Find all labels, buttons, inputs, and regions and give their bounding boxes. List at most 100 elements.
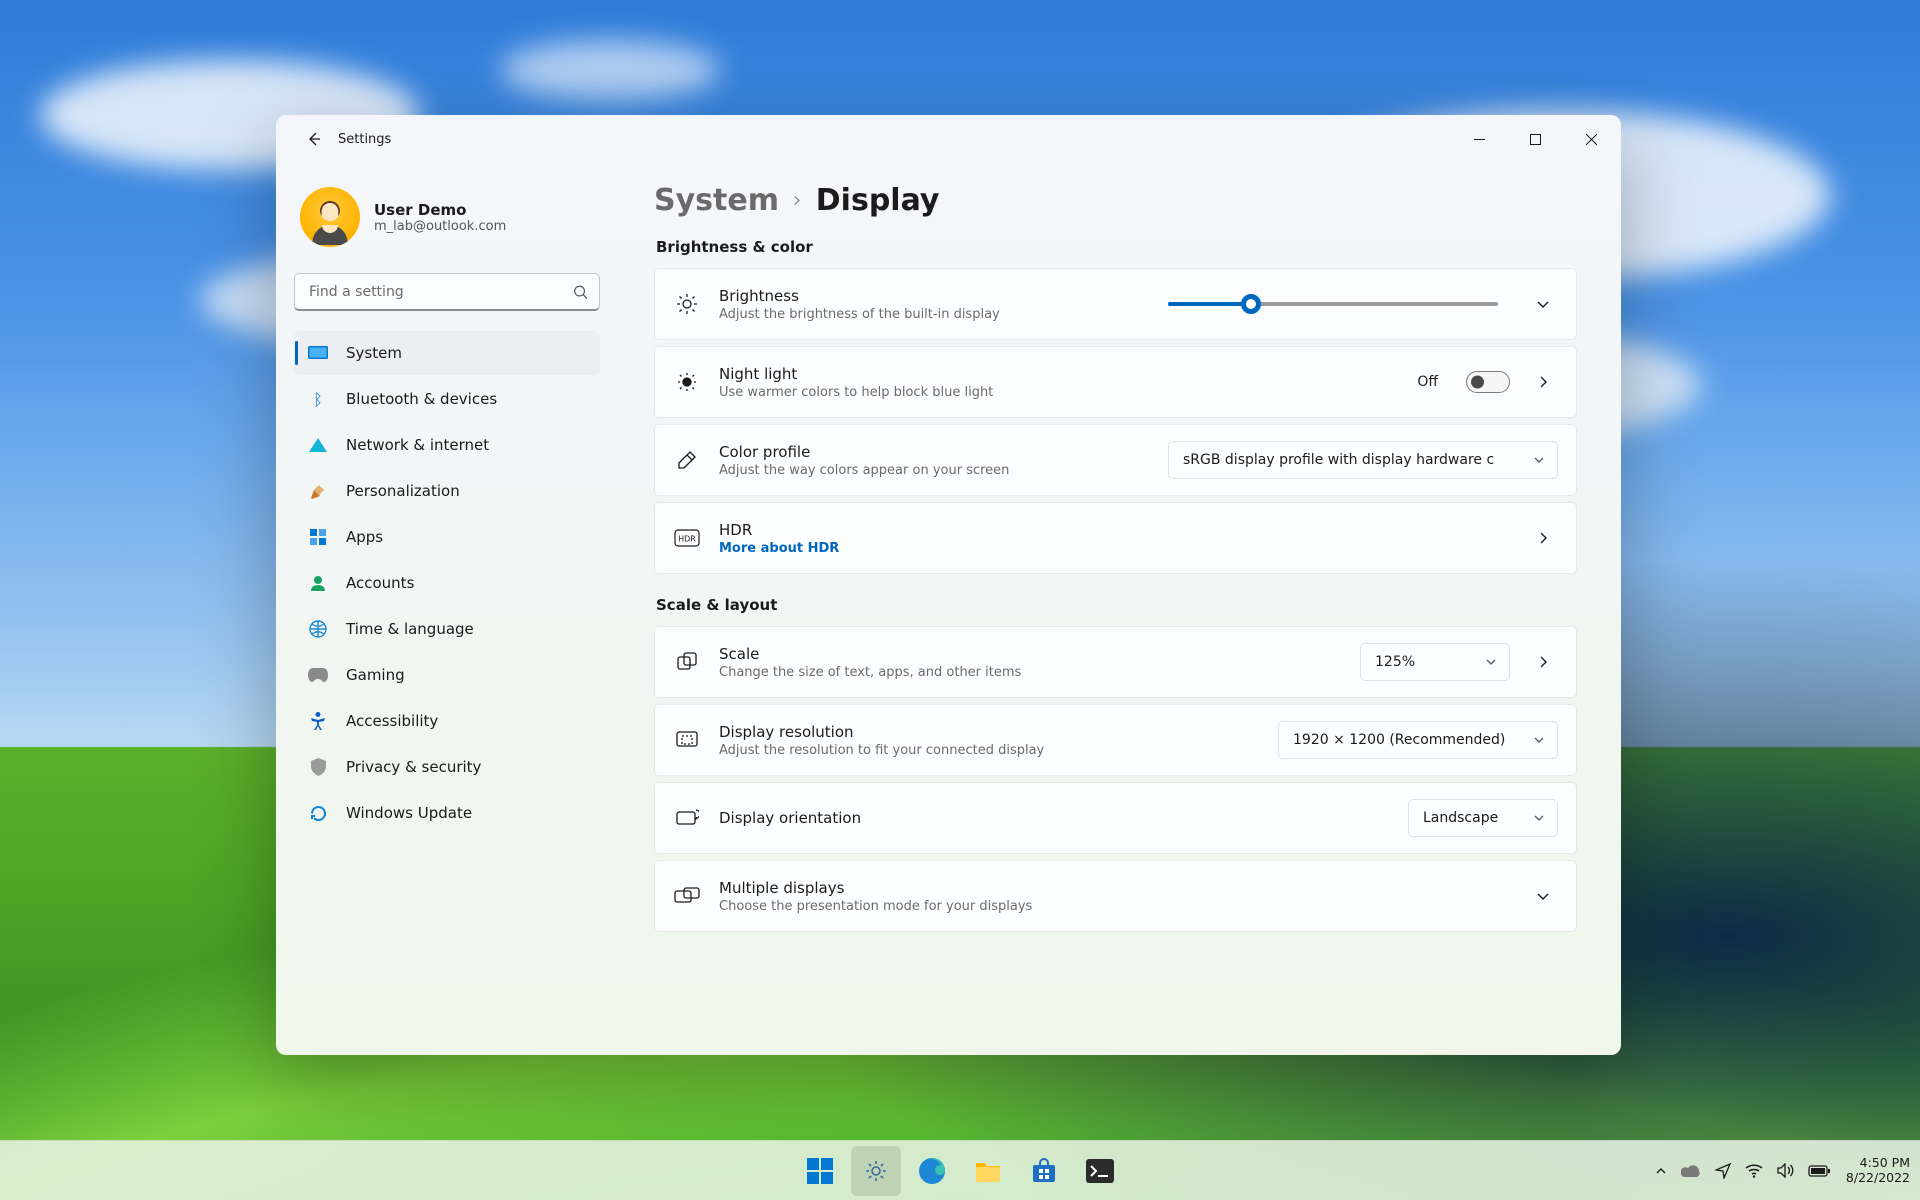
sidebar-item-label: Network & internet bbox=[346, 436, 489, 454]
card-resolution[interactable]: Display resolution Adjust the resolution… bbox=[654, 704, 1577, 776]
taskbar-terminal[interactable] bbox=[1075, 1146, 1125, 1196]
close-button[interactable] bbox=[1563, 117, 1619, 161]
breadcrumb-current: Display bbox=[816, 183, 940, 218]
card-multiple-displays[interactable]: Multiple displays Choose the presentatio… bbox=[654, 860, 1577, 932]
hdr-link[interactable]: More about HDR bbox=[719, 541, 839, 556]
avatar bbox=[300, 187, 360, 247]
orientation-title: Display orientation bbox=[719, 809, 861, 827]
maximize-button[interactable] bbox=[1507, 117, 1563, 161]
resolution-title: Display resolution bbox=[719, 723, 1044, 741]
profile-block[interactable]: User Demo m_lab@outlook.com bbox=[294, 171, 600, 265]
windows-update-icon bbox=[308, 803, 328, 823]
chevron-down-icon bbox=[1485, 656, 1497, 668]
chevron-down-icon bbox=[1533, 454, 1545, 466]
sidebar-item-label: Apps bbox=[346, 528, 383, 546]
sidebar-item-system[interactable]: System bbox=[294, 331, 600, 375]
system-tray[interactable]: 4:50 PM 8/22/2022 bbox=[1655, 1156, 1910, 1185]
chevron-right-icon bbox=[1536, 375, 1550, 389]
orientation-dropdown[interactable]: Landscape bbox=[1408, 799, 1558, 837]
sidebar-item-personalization[interactable]: Personalization bbox=[294, 469, 600, 513]
expand-button[interactable] bbox=[1528, 889, 1558, 903]
battery-icon[interactable] bbox=[1808, 1165, 1830, 1177]
sidebar-item-gaming[interactable]: Gaming bbox=[294, 653, 600, 697]
personalization-icon bbox=[308, 481, 328, 501]
chevron-down-icon bbox=[1533, 734, 1545, 746]
breadcrumb-separator: › bbox=[793, 188, 802, 213]
sidebar-item-bluetooth[interactable]: ᛒBluetooth & devices bbox=[294, 377, 600, 421]
sidebar-item-accessibility[interactable]: Accessibility bbox=[294, 699, 600, 743]
network-icon bbox=[308, 435, 328, 455]
onedrive-icon[interactable] bbox=[1681, 1164, 1701, 1177]
apps-icon bbox=[308, 527, 328, 547]
clock-date: 8/22/2022 bbox=[1846, 1171, 1910, 1185]
sidebar-item-privacy-security[interactable]: Privacy & security bbox=[294, 745, 600, 789]
minimize-button[interactable] bbox=[1451, 117, 1507, 161]
night-light-toggle[interactable] bbox=[1466, 371, 1510, 393]
desktop: Settings User Demo m_lab@outlook.com bbox=[0, 0, 1920, 1200]
wifi-icon[interactable] bbox=[1745, 1164, 1763, 1178]
back-button[interactable] bbox=[300, 125, 328, 153]
settings-window: Settings User Demo m_lab@outlook.com bbox=[276, 115, 1621, 1055]
resolution-dropdown[interactable]: 1920 × 1200 (Recommended) bbox=[1278, 721, 1558, 759]
multiple-title: Multiple displays bbox=[719, 879, 1032, 897]
card-orientation[interactable]: Display orientation Landscape bbox=[654, 782, 1577, 854]
scale-sub: Change the size of text, apps, and other… bbox=[719, 665, 1021, 680]
resolution-icon bbox=[673, 726, 701, 754]
sidebar-item-label: Accounts bbox=[346, 574, 414, 592]
color-profile-title: Color profile bbox=[719, 443, 1009, 461]
sidebar-item-network[interactable]: Network & internet bbox=[294, 423, 600, 467]
scale-dropdown[interactable]: 125% bbox=[1360, 643, 1510, 681]
minimize-icon bbox=[1474, 134, 1485, 145]
volume-icon[interactable] bbox=[1777, 1163, 1794, 1178]
section-scale-layout: Scale & layout bbox=[656, 596, 1577, 614]
scale-title: Scale bbox=[719, 645, 1021, 663]
open-button[interactable] bbox=[1528, 375, 1558, 389]
sidebar-item-accounts[interactable]: Accounts bbox=[294, 561, 600, 605]
scale-value: 125% bbox=[1375, 654, 1415, 670]
clock[interactable]: 4:50 PM 8/22/2022 bbox=[1846, 1156, 1910, 1185]
taskbar-explorer[interactable] bbox=[963, 1146, 1013, 1196]
chevron-down-icon bbox=[1536, 889, 1550, 903]
start-button[interactable] bbox=[795, 1146, 845, 1196]
eyedropper-icon bbox=[673, 446, 701, 474]
taskbar-store[interactable] bbox=[1019, 1146, 1069, 1196]
search-input[interactable] bbox=[294, 273, 600, 311]
sidebar-item-label: Bluetooth & devices bbox=[346, 390, 497, 408]
multiple-sub: Choose the presentation mode for your di… bbox=[719, 899, 1032, 914]
taskbar-edge[interactable] bbox=[907, 1146, 957, 1196]
tray-overflow-icon[interactable] bbox=[1655, 1165, 1667, 1177]
expand-button[interactable] bbox=[1528, 297, 1558, 311]
scale-icon bbox=[673, 648, 701, 676]
arrow-left-icon bbox=[306, 131, 322, 147]
sidebar-item-windows-update[interactable]: Windows Update bbox=[294, 791, 600, 835]
open-button[interactable] bbox=[1528, 655, 1558, 669]
card-hdr[interactable]: HDR HDR More about HDR bbox=[654, 502, 1577, 574]
taskbar-settings[interactable] bbox=[851, 1146, 901, 1196]
search-icon bbox=[573, 285, 588, 300]
card-color-profile[interactable]: Color profile Adjust the way colors appe… bbox=[654, 424, 1577, 496]
sidebar: User Demo m_lab@outlook.com System ᛒBlue… bbox=[276, 163, 618, 1055]
sidebar-item-label: Gaming bbox=[346, 666, 405, 684]
sidebar-item-label: Time & language bbox=[346, 620, 474, 638]
breadcrumb-parent[interactable]: System bbox=[654, 183, 779, 218]
accounts-icon bbox=[308, 573, 328, 593]
sidebar-item-apps[interactable]: Apps bbox=[294, 515, 600, 559]
open-button[interactable] bbox=[1528, 531, 1558, 545]
sidebar-item-label: Privacy & security bbox=[346, 758, 481, 776]
brightness-slider[interactable] bbox=[1168, 302, 1498, 306]
sidebar-item-label: Accessibility bbox=[346, 712, 438, 730]
chevron-right-icon bbox=[1536, 531, 1550, 545]
titlebar[interactable]: Settings bbox=[276, 115, 1621, 163]
card-brightness[interactable]: Brightness Adjust the brightness of the … bbox=[654, 268, 1577, 340]
taskbar: 4:50 PM 8/22/2022 bbox=[0, 1140, 1920, 1200]
color-profile-dropdown[interactable]: sRGB display profile with display hardwa… bbox=[1168, 441, 1558, 479]
sidebar-item-time-language[interactable]: Time & language bbox=[294, 607, 600, 651]
brightness-title: Brightness bbox=[719, 287, 1000, 305]
night-light-state: Off bbox=[1417, 374, 1438, 390]
maximize-icon bbox=[1530, 134, 1541, 145]
location-icon[interactable] bbox=[1715, 1163, 1731, 1179]
night-light-title: Night light bbox=[719, 365, 993, 383]
card-night-light[interactable]: Night light Use warmer colors to help bl… bbox=[654, 346, 1577, 418]
profile-email: m_lab@outlook.com bbox=[374, 219, 506, 234]
card-scale[interactable]: Scale Change the size of text, apps, and… bbox=[654, 626, 1577, 698]
